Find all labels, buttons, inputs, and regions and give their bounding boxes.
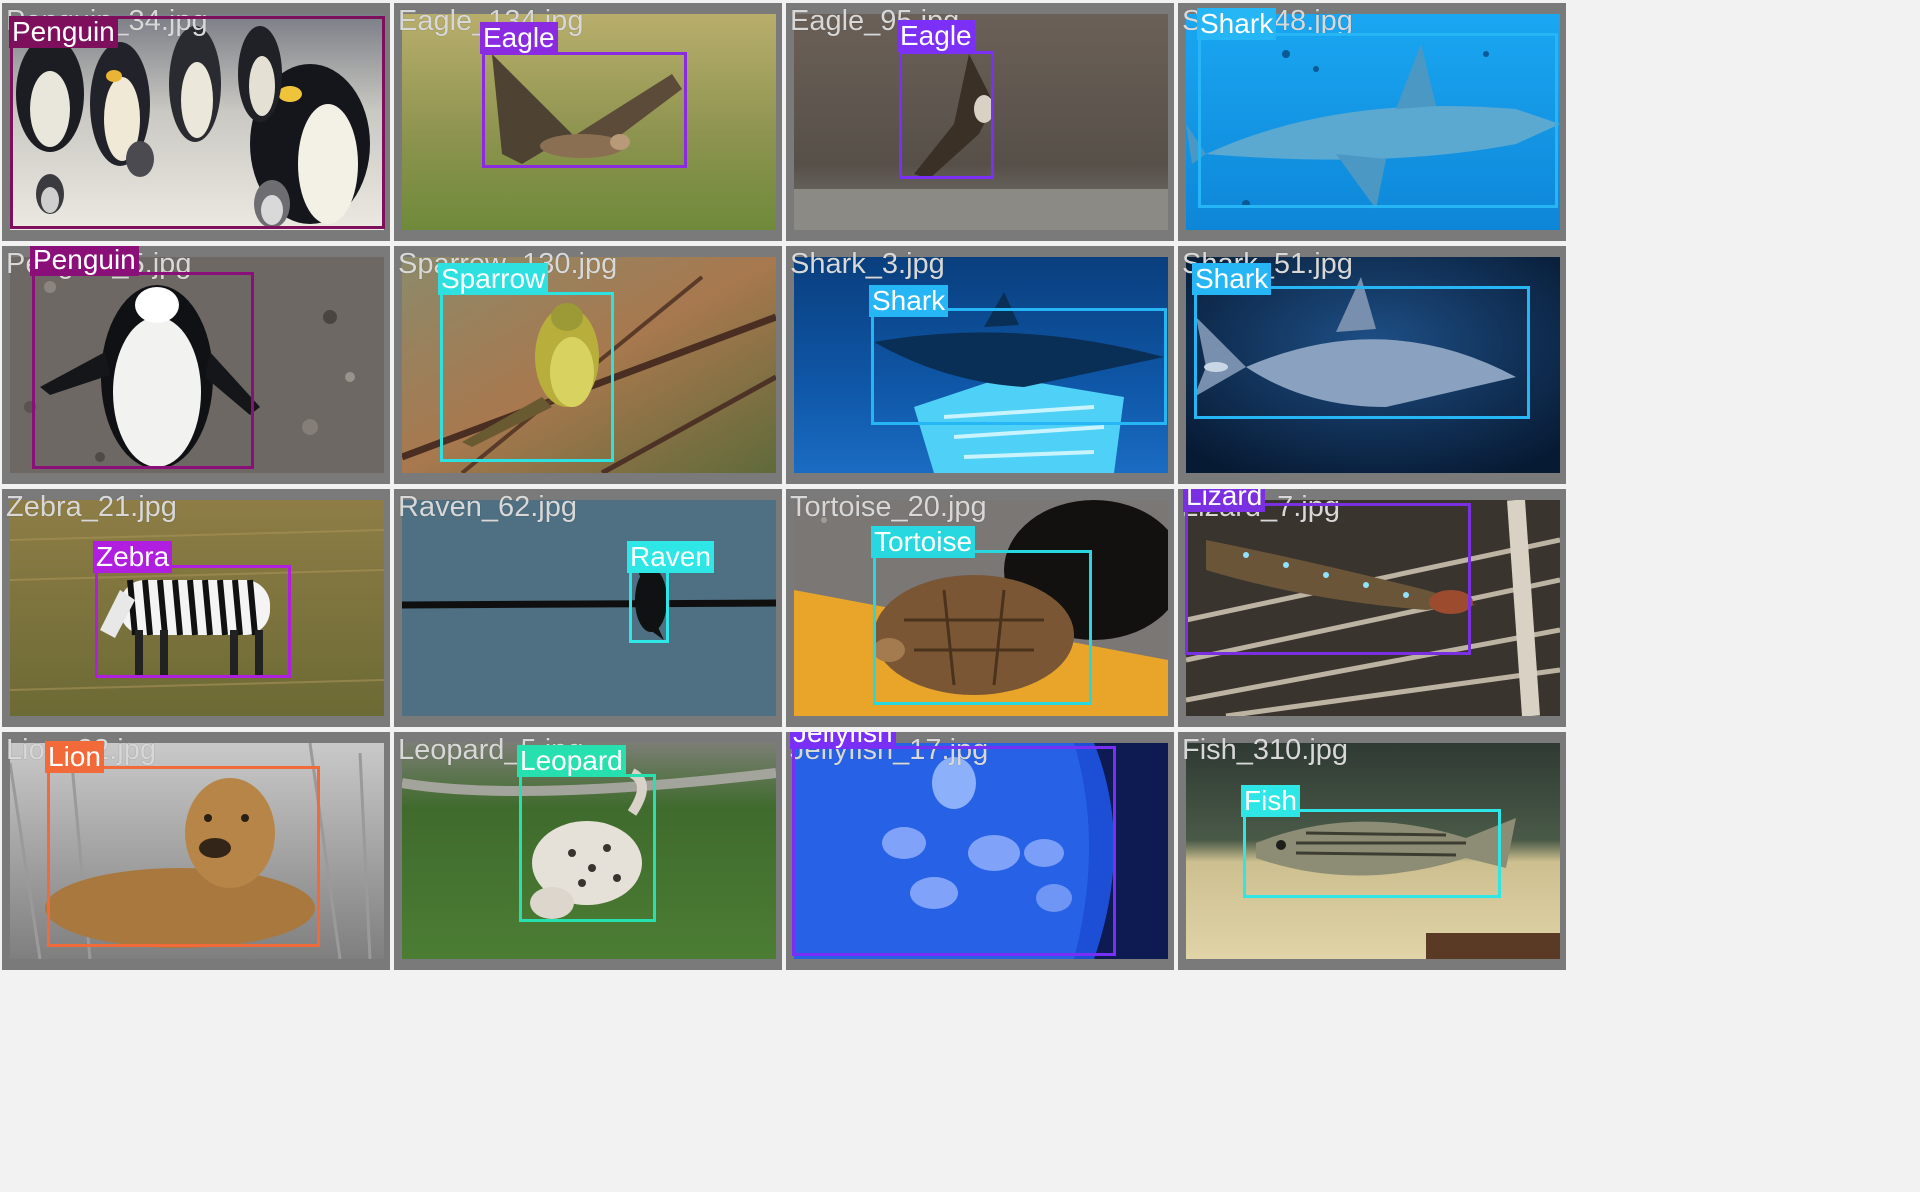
result-tile[interactable]: Shark_51.jpg Shark (1178, 246, 1566, 484)
class-label: Lizard (1183, 489, 1266, 512)
bounding-box (95, 565, 291, 678)
image-filename: Zebra_21.jpg (6, 491, 177, 523)
bounding-box (1243, 809, 1501, 898)
result-tile[interactable]: Penguin_5.jpg Penguin (2, 246, 390, 484)
class-label: Shark (1192, 263, 1272, 295)
class-label: Penguin (9, 16, 118, 48)
bounding-box (440, 292, 614, 462)
class-label: Lion (45, 741, 104, 773)
bounding-box (873, 550, 1092, 705)
detection-results-grid: Penguin_34.jpg Penguin Eagle_134.jpg Eag… (0, 0, 1920, 1192)
bounding-box (792, 746, 1116, 956)
result-tile[interactable]: Lizard_7.jpg Lizard (1178, 489, 1566, 727)
bounding-box (1194, 286, 1530, 419)
class-label: Eagle (897, 20, 975, 52)
class-label: Tortoise (871, 526, 976, 558)
class-label: Shark (1197, 8, 1277, 40)
bounding-box (871, 308, 1167, 425)
bounding-box (519, 774, 656, 922)
result-tile[interactable]: Sparrow_130.jpg Sparrow (394, 246, 782, 484)
image-filename: Tortoise_20.jpg (790, 491, 987, 523)
result-tile[interactable]: Shark_3.jpg Shark (786, 246, 1174, 484)
result-tile[interactable]: Lion_22.jpg Lion (2, 732, 390, 970)
bounding-box (47, 766, 320, 947)
bounding-box (1198, 33, 1558, 208)
result-tile[interactable]: Tortoise_20.jpg Tortoise (786, 489, 1174, 727)
photo-content (402, 500, 776, 716)
image-filename: Raven_62.jpg (398, 491, 577, 523)
image-filename: Fish_310.jpg (1182, 734, 1349, 766)
result-tile[interactable]: Jellyfish_17.jpg Jellyfish (786, 732, 1174, 970)
result-tile[interactable]: Fish_310.jpg Fish (1178, 732, 1566, 970)
bounding-box (629, 566, 669, 643)
class-label: Eagle (480, 22, 558, 54)
result-tile[interactable]: Shark_48.jpg Shark (1178, 3, 1566, 241)
result-tile[interactable]: Eagle_134.jpg Eagle (394, 3, 782, 241)
class-label: Raven (627, 541, 714, 573)
bounding-box (899, 51, 994, 179)
photo (402, 500, 776, 716)
result-tile[interactable]: Leopard_5.jpg Leopard (394, 732, 782, 970)
result-tile[interactable]: Penguin_34.jpg Penguin (2, 3, 390, 241)
result-tile[interactable]: Raven_62.jpg Raven (394, 489, 782, 727)
bounding-box (482, 52, 687, 168)
class-label: Penguin (30, 246, 139, 276)
bounding-box (32, 272, 254, 469)
class-label: Fish (1241, 785, 1300, 817)
class-label: Jellyfish (790, 732, 896, 749)
bounding-box (1185, 503, 1471, 655)
class-label: Zebra (93, 541, 173, 573)
image-filename: Shark_3.jpg (790, 248, 945, 280)
class-label: Sparrow (438, 263, 549, 295)
class-label: Shark (869, 285, 949, 317)
class-label: Leopard (517, 745, 626, 777)
result-tile[interactable]: Eagle_95.jpg Eagle (786, 3, 1174, 241)
result-tile[interactable]: Zebra_21.jpg Zebra (2, 489, 390, 727)
